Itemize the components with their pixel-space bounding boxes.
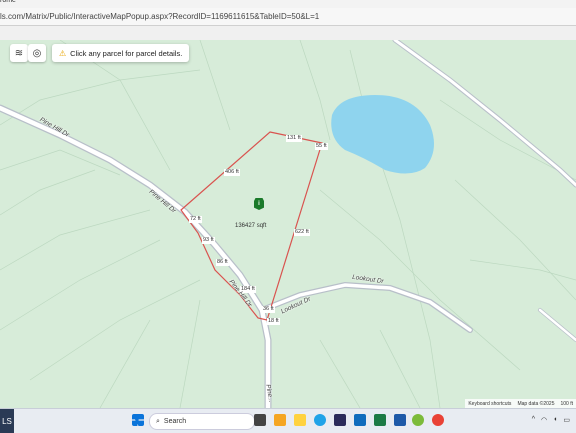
url-text[interactable]: ls.com/Matrix/Public/InteractiveMapPopup… xyxy=(0,11,576,23)
measurement-label: 55 ft xyxy=(315,143,328,150)
start-icon[interactable] xyxy=(132,414,144,426)
locate-button[interactable]: ◎ xyxy=(28,44,46,62)
property-pin-icon[interactable]: i xyxy=(254,198,264,210)
parcel-lines xyxy=(0,40,576,408)
measurement-label: 18 ft xyxy=(267,318,280,325)
excel-icon[interactable] xyxy=(374,414,386,426)
measurement-label: 36 ft xyxy=(262,306,275,313)
taskbar-search[interactable]: ⌕ Search xyxy=(149,413,255,430)
chevron-up-icon[interactable]: ^ xyxy=(532,416,535,424)
store-icon[interactable] xyxy=(334,414,346,426)
outlook-icon[interactable] xyxy=(354,414,366,426)
battery-icon[interactable]: ▭ xyxy=(563,416,570,424)
edge-icon[interactable] xyxy=(314,414,326,426)
toolbar-strip xyxy=(0,26,576,41)
taskbar-app-label[interactable]: LS xyxy=(0,409,14,433)
wifi-icon[interactable]: ◠ xyxy=(541,416,547,424)
measurement-label: 72 ft xyxy=(189,216,202,223)
measurement-label: 406 ft xyxy=(224,169,240,176)
target-icon: ◎ xyxy=(32,47,42,59)
address-bar[interactable]: ls.com/Matrix/Public/InteractiveMapPopup… xyxy=(0,8,576,26)
widgets-icon[interactable] xyxy=(274,414,286,426)
search-placeholder: Search xyxy=(163,418,187,425)
lake xyxy=(331,95,434,174)
file-explorer-icon[interactable] xyxy=(294,414,306,426)
map-canvas[interactable] xyxy=(0,40,576,408)
measurement-label: 86 ft xyxy=(216,259,229,266)
map-data-credit: Map data ©2025 xyxy=(517,400,555,407)
layers-button[interactable]: ≋ xyxy=(10,44,28,62)
road-centers xyxy=(0,40,576,408)
notice-text: Click any parcel for parcel details. xyxy=(70,48,183,58)
task-view-icon[interactable] xyxy=(254,414,266,426)
map-attribution: Keyboard shortcuts Map data ©2025 100 ft xyxy=(465,399,576,408)
volume-icon[interactable]: ◖ xyxy=(553,416,557,424)
scale-label: 100 ft xyxy=(560,400,573,407)
windows-taskbar: LS ⌕ Search ^ ◠ ◖ ▭ xyxy=(0,408,576,433)
area-label: 136427 sqft xyxy=(235,223,267,229)
system-tray[interactable]: ^ ◠ ◖ ▭ xyxy=(532,416,570,424)
measurement-label: 93 ft xyxy=(202,237,215,244)
layers-icon: ≋ xyxy=(14,47,24,59)
app-icon[interactable] xyxy=(412,414,424,426)
chrome-icon[interactable] xyxy=(432,414,444,426)
roads xyxy=(0,40,576,408)
search-icon: ⌕ xyxy=(156,417,160,425)
measurement-label: 622 ft xyxy=(294,229,310,236)
keyboard-shortcuts-link[interactable]: Keyboard shortcuts xyxy=(468,401,511,407)
parcel-notice: ⚠ Click any parcel for parcel details. xyxy=(52,44,190,62)
measurement-label: 131 ft xyxy=(286,135,302,142)
interactive-map[interactable]: ≋ ◎ ⚠ Click any parcel for parcel detail… xyxy=(0,40,576,408)
warning-icon: ⚠ xyxy=(59,48,67,58)
app-icon[interactable] xyxy=(394,414,406,426)
window-title: rome xyxy=(0,0,16,4)
